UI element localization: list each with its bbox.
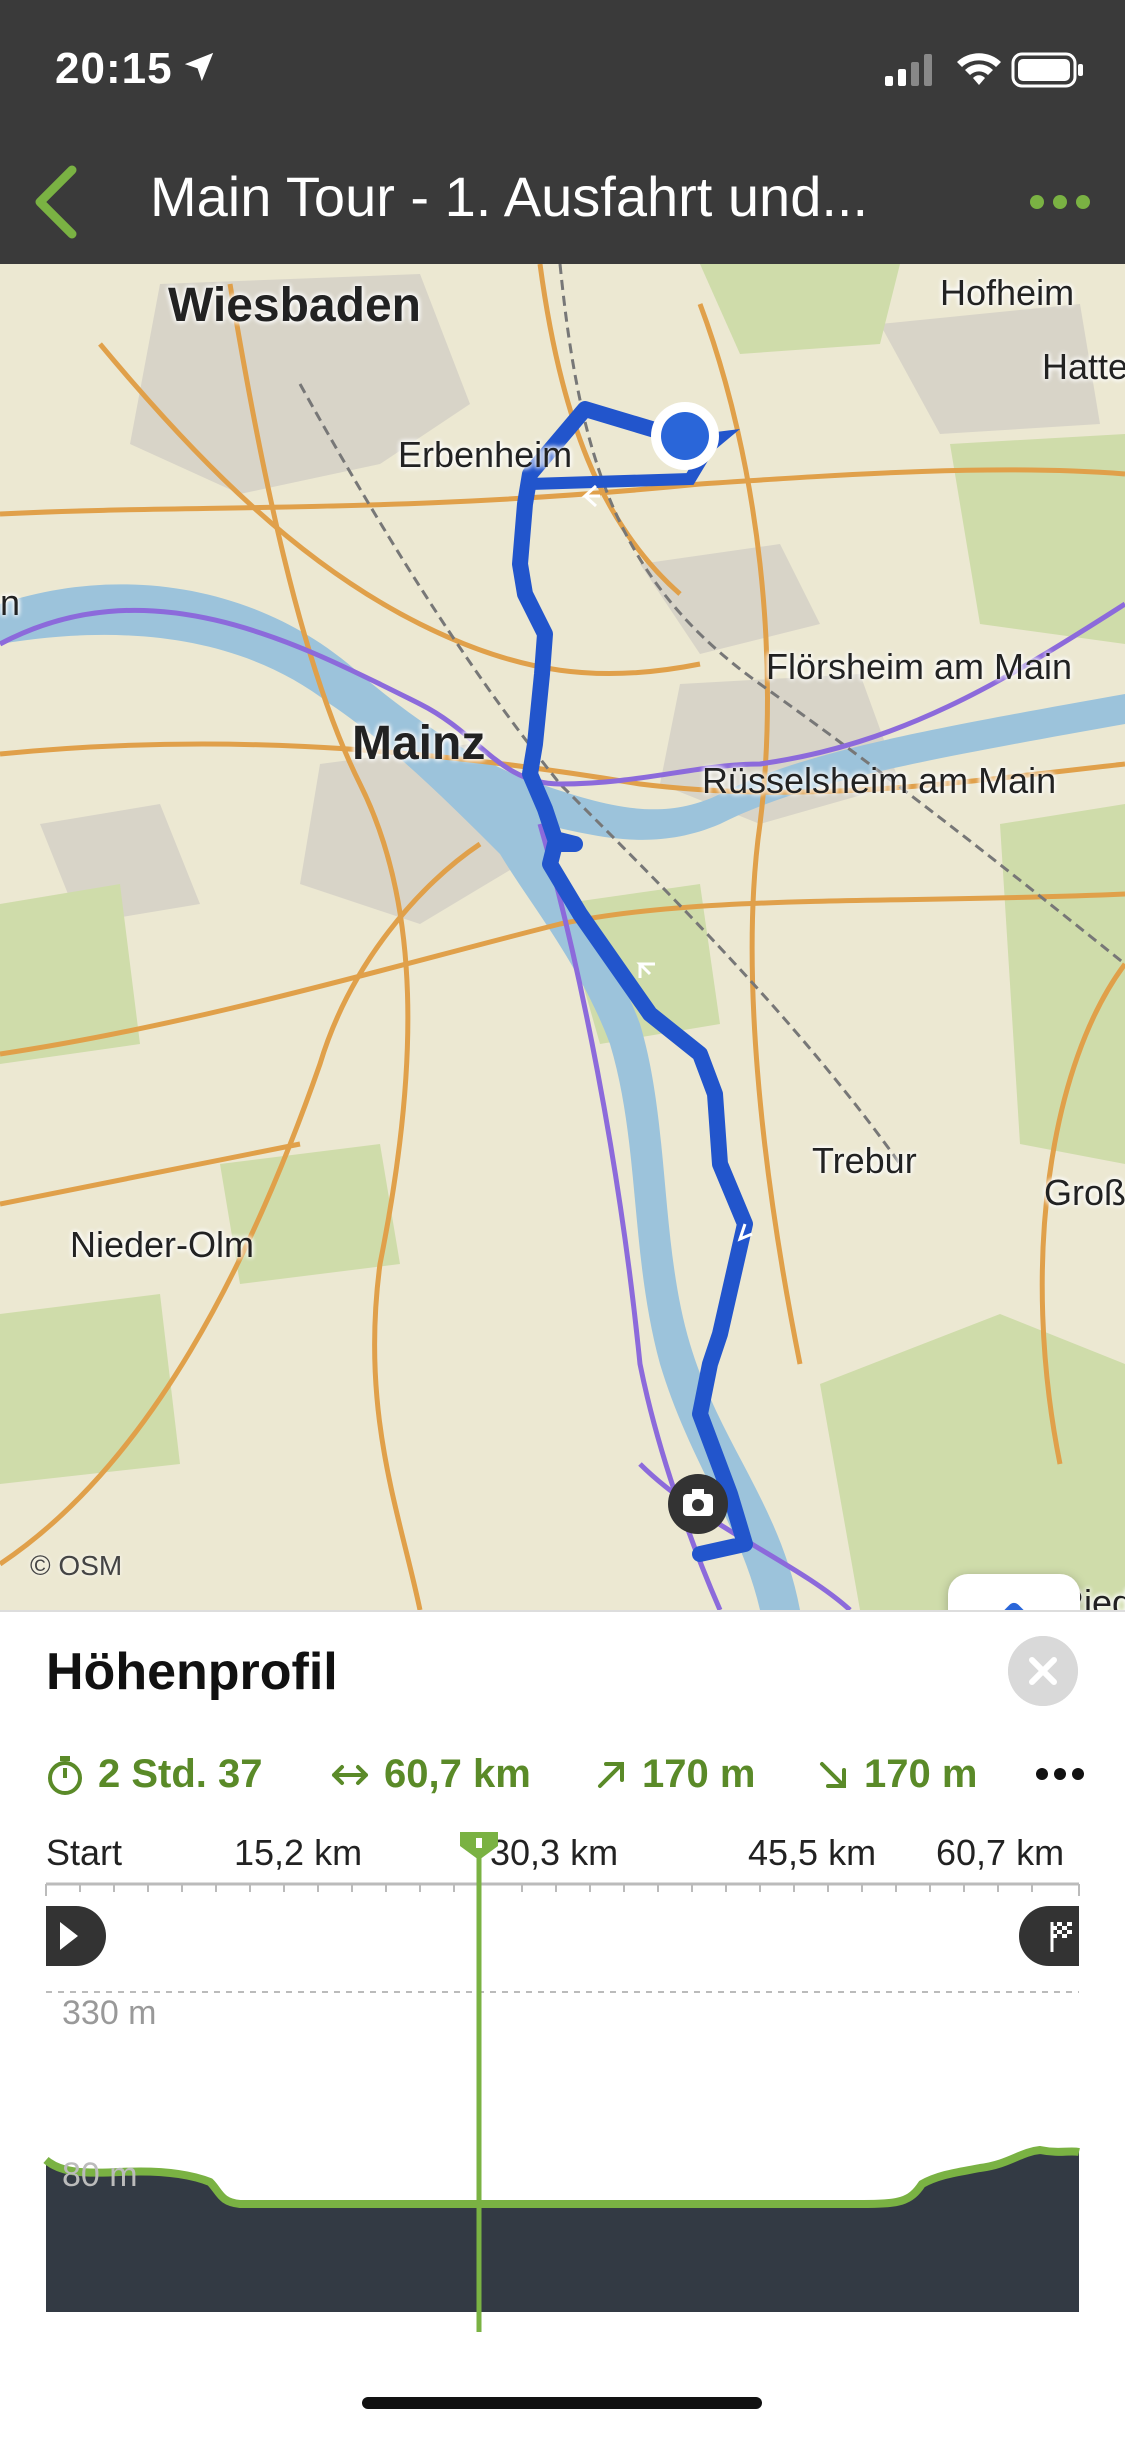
- ascent-icon: [598, 1761, 624, 1788]
- stat-distance: 60,7 km: [330, 1752, 531, 1797]
- signal-icon: [885, 54, 932, 86]
- home-indicator[interactable]: [362, 2397, 762, 2409]
- map-attribution[interactable]: © OSM: [30, 1550, 122, 1582]
- bike-route-icon[interactable]: [948, 1574, 1080, 1610]
- map-label-nieder-olm: Nieder-Olm: [70, 1224, 255, 1265]
- elevation-panel: Höhenprofil 2 Std. 37 60,7 km 170 m 170 …: [0, 1610, 1125, 2438]
- map-label-hofheim: Hofheim: [940, 272, 1075, 313]
- status-icons: [885, 52, 1083, 88]
- route-map[interactable]: Wiesbaden Hofheim Hatte Erbenheim n Flör…: [0, 264, 1125, 1610]
- map-controls: [948, 1574, 1080, 1610]
- y-label-top: 330 m: [62, 1994, 157, 2032]
- start-flag-icon: [46, 1906, 106, 1966]
- map-label-gross: Groß: [1044, 1172, 1125, 1213]
- stat-descent-value: 170 m: [864, 1752, 978, 1796]
- stat-ascent: 170 m: [594, 1752, 755, 1797]
- elevation-area: [46, 2150, 1079, 2312]
- close-icon[interactable]: [1008, 1636, 1078, 1706]
- status-time: 20:15: [55, 44, 173, 93]
- y-label-bottom: 80 m: [62, 2156, 138, 2194]
- navigation-bar: Main Tour - 1. Ausfahrt und...: [0, 140, 1125, 264]
- more-options-icon[interactable]: [1034, 1752, 1086, 1796]
- battery-icon: [1011, 52, 1083, 88]
- elevation-chart[interactable]: [0, 1832, 1125, 2392]
- tour-stats: 2 Std. 37 60,7 km 170 m 170 m: [46, 1752, 1086, 1812]
- map-label-n: n: [0, 582, 21, 623]
- map-label-floersheim: Flörsheim am Main: [766, 646, 1073, 687]
- panel-title: Höhenprofil: [46, 1643, 338, 1701]
- photo-marker-icon[interactable]: [668, 1474, 728, 1534]
- location-services-icon: [184, 52, 214, 82]
- map-label-wiesbaden: Wiesbaden: [168, 279, 421, 332]
- axis-ticks: [45, 1884, 1080, 1896]
- stopwatch-icon: [48, 1755, 82, 1795]
- stat-distance-value: 60,7 km: [384, 1752, 531, 1796]
- map-label-ruesselsheim: Rüsselsheim am Main: [702, 760, 1057, 801]
- map-label-hatte: Hatte: [1042, 346, 1125, 387]
- map-label-trebur: Trebur: [812, 1140, 917, 1181]
- stat-descent: 170 m: [816, 1752, 977, 1797]
- elevation-profile[interactable]: Start 15,2 km 30,3 km 45,5 km 60,7 km 33…: [0, 1832, 1125, 2392]
- stat-duration: 2 Std. 37: [46, 1752, 263, 1797]
- map-label-erbenheim: Erbenheim: [398, 434, 573, 475]
- chevron-left-icon[interactable]: [20, 160, 90, 244]
- more-dots-icon[interactable]: [1025, 170, 1095, 234]
- finish-flag-icon: [1019, 1906, 1079, 1966]
- map-label-mainz: Mainz: [352, 717, 486, 770]
- stat-ascent-value: 170 m: [642, 1752, 756, 1796]
- page-title: Main Tour - 1. Ausfahrt und...: [150, 165, 869, 228]
- distance-icon: [332, 1764, 368, 1785]
- descent-icon: [820, 1761, 846, 1788]
- stat-duration-value: 2 Std. 37: [98, 1752, 263, 1796]
- status-bar: 20:15: [0, 0, 1125, 140]
- wifi-icon: [957, 53, 1001, 85]
